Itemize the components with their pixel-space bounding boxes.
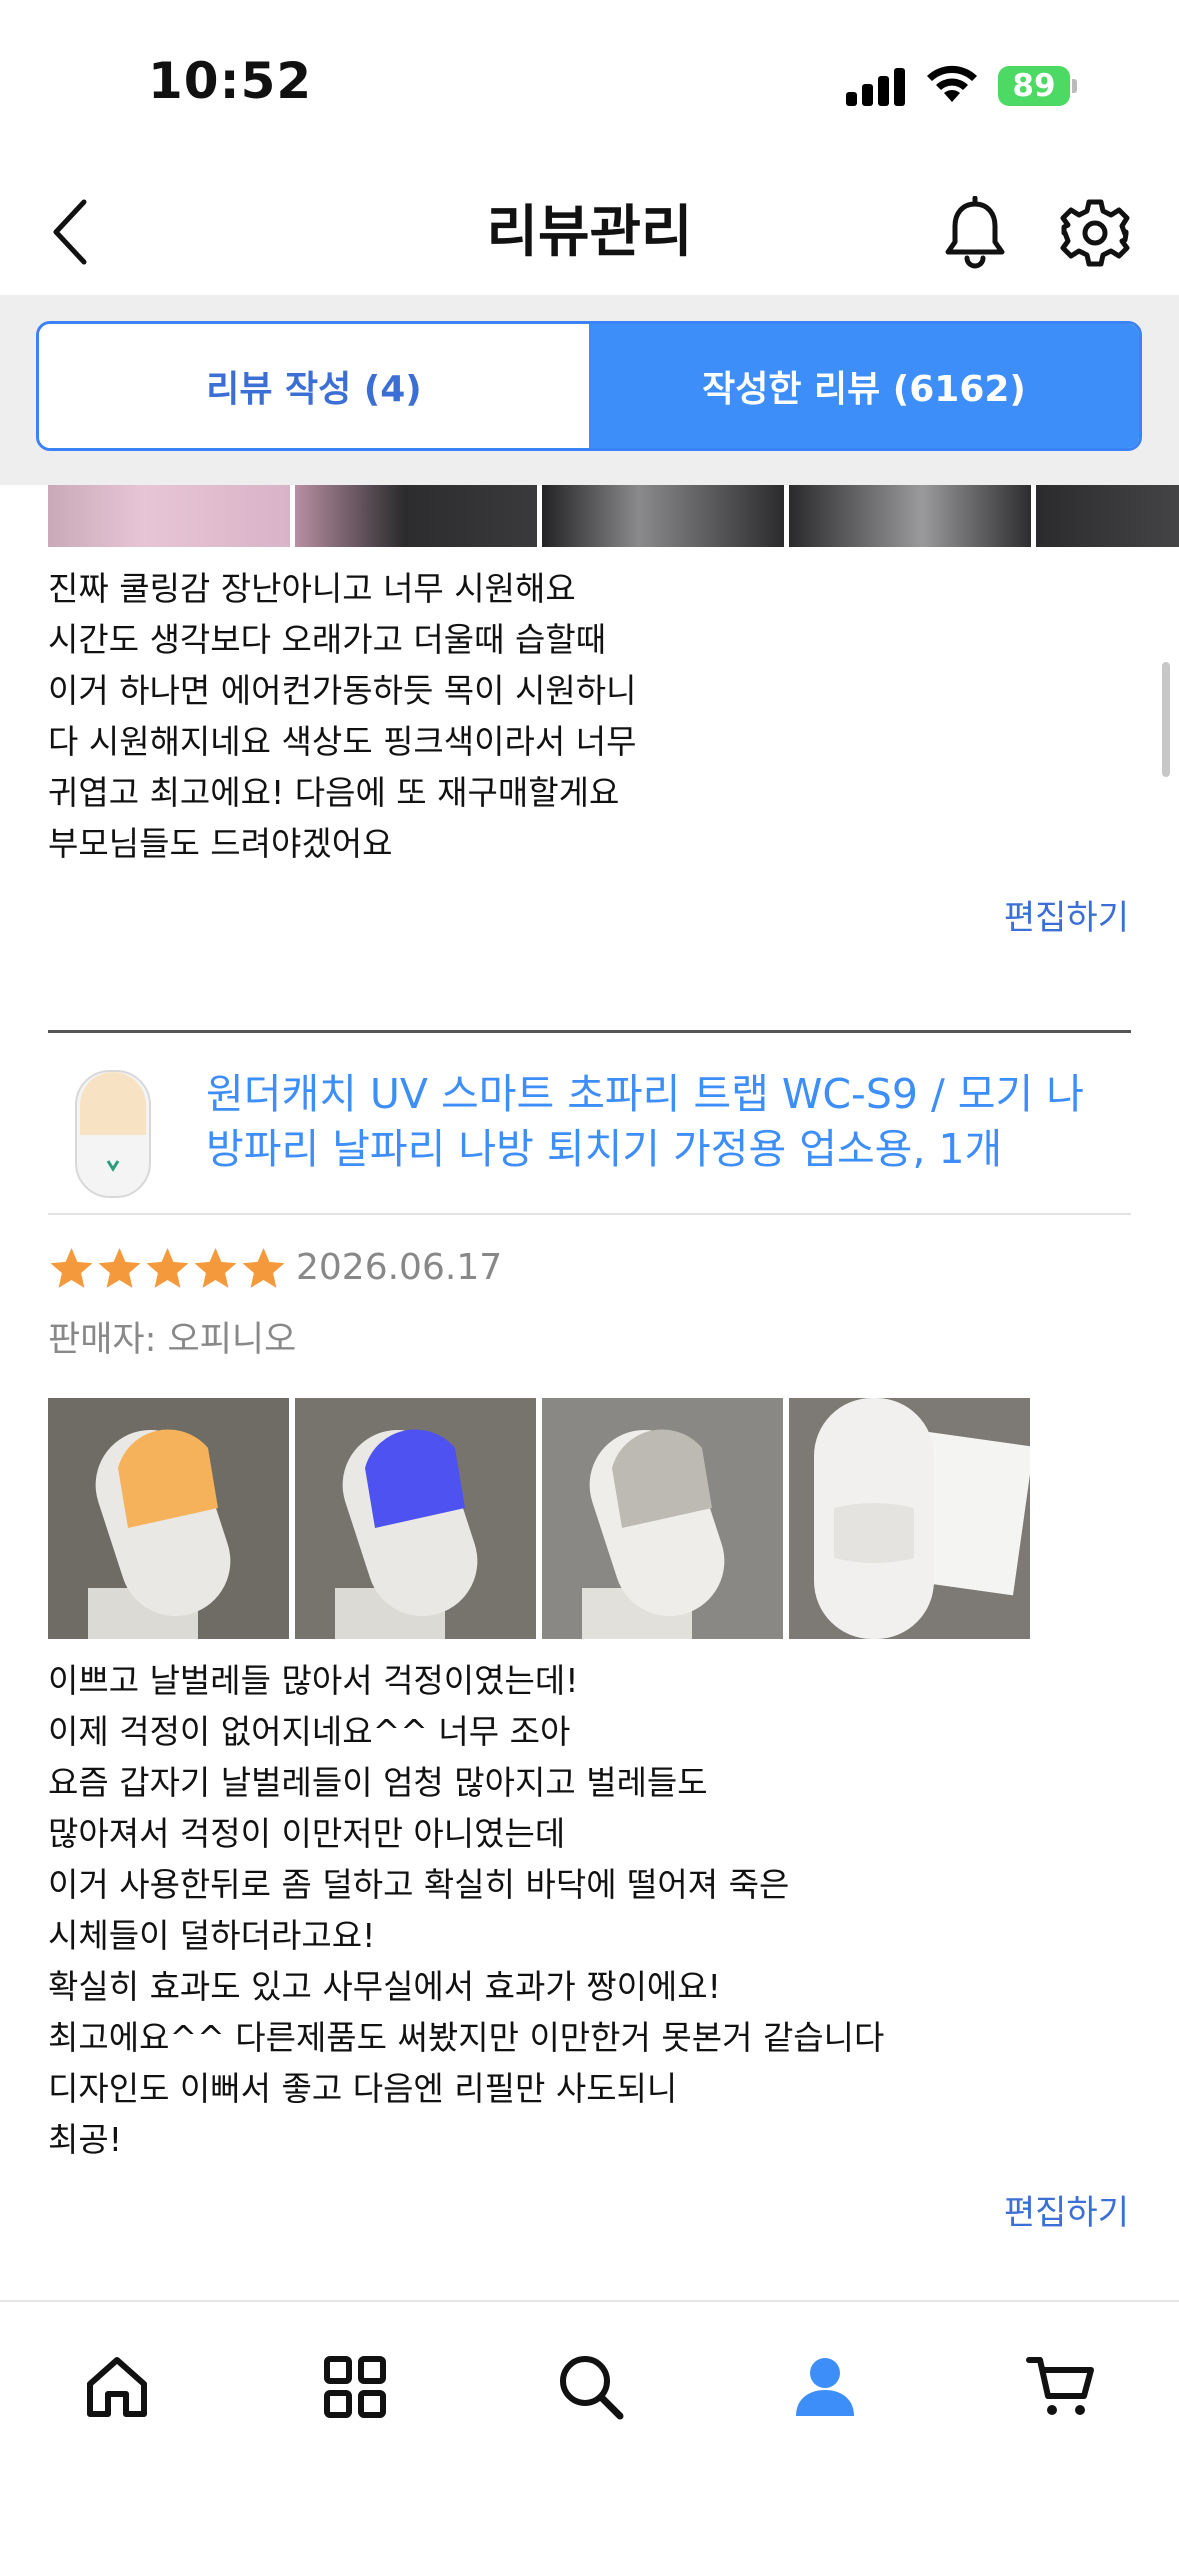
review-photo[interactable] xyxy=(542,1398,783,1639)
review-photo[interactable] xyxy=(295,1398,536,1639)
tab-write-review[interactable]: 리뷰 작성 (4) xyxy=(39,324,589,448)
tab-bar: 리뷰 작성 (4) 작성한 리뷰 (6162) xyxy=(36,321,1142,451)
review-text: 진짜 쿨링감 장난아니고 너무 시원해요 시간도 생각보다 오래가고 더울때 습… xyxy=(48,569,637,863)
bottom-navigation xyxy=(0,2300,1179,2556)
nav-my-page[interactable] xyxy=(780,2342,870,2432)
cellular-signal-icon xyxy=(846,66,906,106)
star-icon xyxy=(146,1247,189,1288)
review-photo[interactable] xyxy=(295,485,537,547)
section-divider xyxy=(48,1213,1131,1215)
tab-bar-container: 리뷰 작성 (4) 작성한 리뷰 (6162) xyxy=(0,295,1179,485)
review-list[interactable]: 진짜 쿨링감 장난아니고 너무 시원해요 시간도 생각보다 오래가고 더울때 습… xyxy=(0,485,1179,2300)
bell-icon[interactable] xyxy=(940,196,1010,270)
star-icon xyxy=(50,1247,93,1288)
battery-icon: 89 xyxy=(998,66,1077,106)
review-photo[interactable] xyxy=(48,485,290,547)
scrollbar[interactable] xyxy=(1162,662,1170,777)
review-photo-row xyxy=(0,485,1179,547)
review-photo[interactable] xyxy=(542,485,784,547)
star-rating xyxy=(48,1245,288,1295)
star-icon xyxy=(194,1247,237,1288)
nav-cart[interactable] xyxy=(1016,2342,1106,2432)
seller-name: 판매자: 오피니오 xyxy=(48,1320,297,1360)
my-page-icon xyxy=(796,2358,854,2416)
edit-review-link[interactable]: 편집하기 xyxy=(1004,890,1129,939)
tab-written-reviews[interactable]: 작성한 리뷰 (6162) xyxy=(589,324,1139,448)
back-arrow-icon[interactable] xyxy=(42,192,112,272)
search-icon xyxy=(560,2356,624,2420)
review-photo[interactable] xyxy=(789,485,1031,547)
status-time: 10:52 xyxy=(148,52,313,110)
product-thumbnail[interactable] xyxy=(58,1065,168,1205)
wifi-icon xyxy=(927,65,977,102)
cart-icon xyxy=(1026,2357,1094,2415)
nav-category[interactable] xyxy=(310,2342,400,2432)
home-icon xyxy=(87,2357,147,2417)
edit-review-link[interactable]: 편집하기 xyxy=(1004,2185,1129,2234)
product-title[interactable]: 원더캐치 UV 스마트 초파리 트랩 WC-S9 / 모기 나방파리 날파리 나… xyxy=(206,1067,1106,1177)
battery-level: 89 xyxy=(998,66,1070,106)
review-photo[interactable] xyxy=(48,1398,289,1639)
review-text: 이쁘고 날벌레들 많아서 걱정이였는데! 이제 걱정이 없어지네요^^ 너무 조… xyxy=(48,1661,885,2159)
category-grid-icon xyxy=(324,2356,386,2418)
status-bar: 10:52 89 xyxy=(0,0,1179,170)
review-divider xyxy=(48,1030,1131,1033)
review-photo[interactable] xyxy=(1036,485,1179,547)
nav-home[interactable] xyxy=(72,2342,162,2432)
nav-search[interactable] xyxy=(546,2342,636,2432)
star-icon xyxy=(242,1247,285,1288)
review-photo[interactable] xyxy=(789,1398,1030,1639)
star-icon xyxy=(98,1247,141,1288)
header: 리뷰관리 xyxy=(0,170,1179,295)
gear-icon[interactable] xyxy=(1058,196,1132,270)
review-date: 2026.06.17 xyxy=(296,1247,503,1288)
